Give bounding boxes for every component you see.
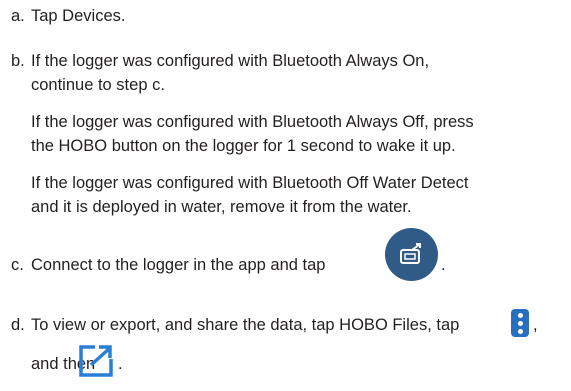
paragraph-line-2: the HOBO button on the logger for 1 seco… <box>31 137 456 155</box>
dot <box>518 321 523 326</box>
readout-glyph <box>400 243 421 264</box>
step-label: d. <box>11 316 25 334</box>
step-c: c. Connect to the logger in the app and … <box>11 253 563 277</box>
step-label: b. <box>11 52 25 70</box>
export-glyph <box>79 343 115 377</box>
readout-icon[interactable] <box>385 228 438 281</box>
step-label: c. <box>11 256 24 274</box>
step-a: a. Tap Devices. <box>11 4 563 28</box>
step-text: Tap Devices. <box>31 7 126 25</box>
step-b: b. If the logger was configured with Blu… <box>11 49 563 97</box>
period: . <box>441 256 446 274</box>
dot <box>518 313 523 318</box>
period: . <box>118 355 123 373</box>
step-text: To view or export, and share the data, t… <box>31 316 460 334</box>
paragraph-water-detect: If the logger was configured with Blueto… <box>31 171 563 219</box>
instructions-document: a. Tap Devices. b. If the logger was con… <box>0 0 571 391</box>
comma: , <box>533 316 538 334</box>
more-vertical-icon[interactable] <box>511 309 529 337</box>
step-label: a. <box>11 7 25 25</box>
paragraph-line-1: If the logger was configured with Blueto… <box>31 174 469 192</box>
step-text-line-1: If the logger was configured with Blueto… <box>31 52 430 70</box>
dot <box>518 329 523 334</box>
step-d: d. To view or export, and share the data… <box>11 313 563 337</box>
paragraph-line-1: If the logger was configured with Blueto… <box>31 113 474 131</box>
paragraph-line-2: and it is deployed in water, remove it f… <box>31 198 412 216</box>
export-icon[interactable] <box>79 343 115 377</box>
step-text-line-2: continue to step c. <box>31 76 165 94</box>
step-text: Connect to the logger in the app and tap <box>31 256 326 274</box>
paragraph-always-off: If the logger was configured with Blueto… <box>31 110 563 158</box>
